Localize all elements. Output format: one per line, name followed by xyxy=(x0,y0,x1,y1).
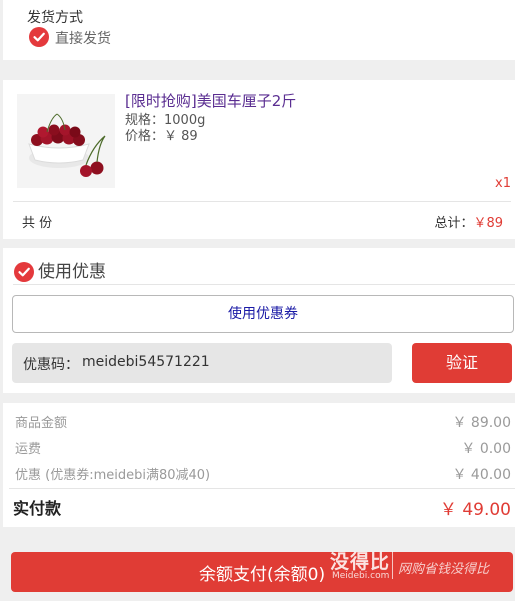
verify-button[interactable]: 验证 xyxy=(412,343,512,383)
product-price: 价格：￥ 89 xyxy=(125,129,198,144)
order-total: 总计：￥89 xyxy=(434,212,503,231)
subtotal-label: 商品金额 xyxy=(15,416,68,431)
cherries-photo-icon xyxy=(28,113,106,177)
shipping-fee-value: ￥ 0.00 xyxy=(461,441,511,457)
shipping-option-label[interactable]: 直接发货 xyxy=(55,28,111,48)
discount-value: ￥ 40.00 xyxy=(452,467,511,483)
amounts-section: 商品金额 ￥ 89.00 运费 ￥ 0.00 优惠 (优惠券:meidebi满8… xyxy=(3,403,515,527)
coupon-section: 使用优惠 使用优惠券 优惠码： meidebi54571221 验证 xyxy=(3,248,515,393)
shipping-fee-label: 运费 xyxy=(15,442,42,457)
shipping-title: 发货方式 xyxy=(27,10,83,26)
subtotal-value: ￥ 89.00 xyxy=(452,415,511,431)
product-name[interactable]: [限时抢购]美国车厘子2斤 xyxy=(125,90,296,111)
amounts-divider xyxy=(9,488,515,489)
order-total-label: 总计： xyxy=(434,216,474,231)
coupon-divider xyxy=(13,284,515,285)
coupon-code-field[interactable]: 优惠码： meidebi54571221 xyxy=(12,343,392,383)
shipping-section: 发货方式 直接发货 xyxy=(3,0,515,60)
use-coupon-button[interactable]: 使用优惠券 xyxy=(12,295,514,333)
order-total-value: ￥89 xyxy=(473,216,503,231)
balance-pay-label: 余额支付(余额0) xyxy=(199,565,326,585)
amount-due-label: 实付款 xyxy=(13,499,62,518)
coupon-check-icon[interactable] xyxy=(14,262,34,282)
product-image[interactable] xyxy=(17,94,115,188)
item-count-label: 共 份 xyxy=(22,216,53,231)
product-quantity: x1 xyxy=(495,176,511,191)
product-card: [限时抢购]美国车厘子2斤 规格：1000g 价格：￥ 89 x1 共 份 总计… xyxy=(3,80,515,239)
shipping-option-check-icon[interactable] xyxy=(29,27,49,47)
coupon-code-label: 优惠码： xyxy=(23,357,79,373)
watermark-logo: 没得比 xyxy=(330,551,391,573)
watermark-site: Meidebi.com xyxy=(332,571,390,581)
coupon-code-value[interactable]: meidebi54571221 xyxy=(82,354,210,370)
watermark-slogan: 网购省钱没得比 xyxy=(398,562,490,577)
amount-due-value: ￥ 49.00 xyxy=(439,500,511,520)
coupon-title: 使用优惠 xyxy=(38,262,106,282)
watermark-divider xyxy=(392,551,393,579)
watermark: 没得比 Meidebi.com 网购省钱没得比 xyxy=(330,547,515,587)
discount-label: 优惠 (优惠券:meidebi满80减40) xyxy=(15,468,211,483)
product-divider xyxy=(13,201,511,202)
